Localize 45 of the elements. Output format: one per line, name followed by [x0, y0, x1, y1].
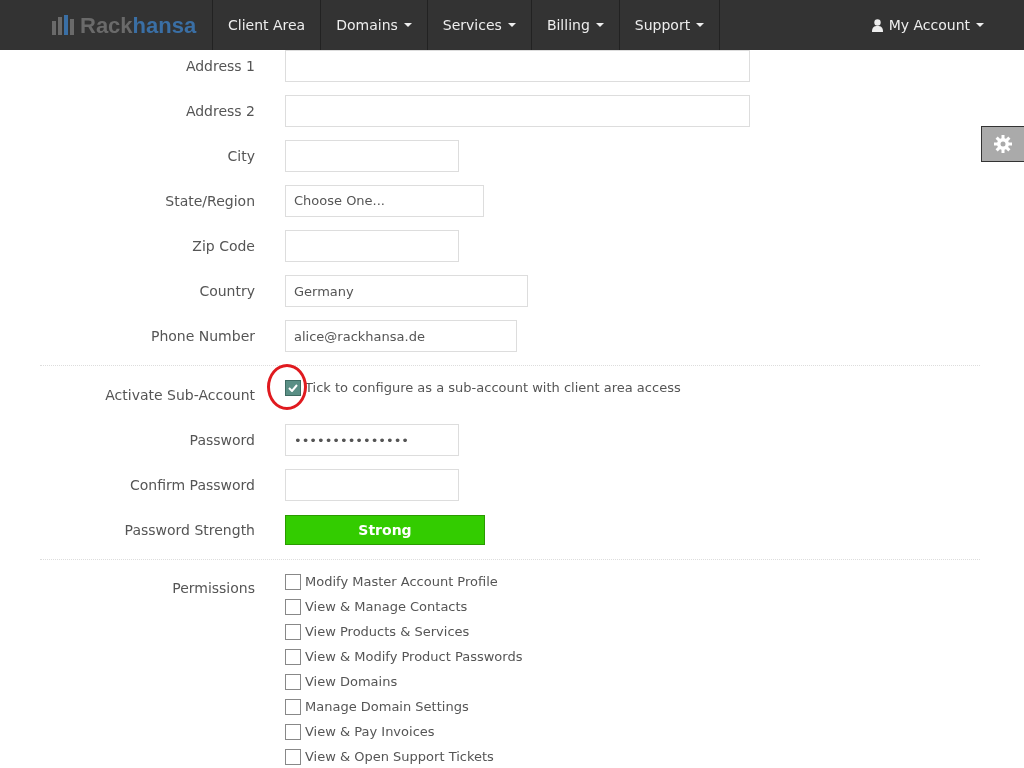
strength-indicator: Strong [285, 515, 485, 545]
password-field[interactable]: ••••••••••••••• [285, 424, 459, 456]
password-field[interactable] [285, 469, 459, 501]
checkbox-label: View & Pay Invoices [305, 722, 435, 741]
field-label: Address 2 [184, 101, 255, 121]
checkbox[interactable] [285, 723, 301, 740]
input-field[interactable] [285, 50, 750, 82]
field-label: City [226, 146, 255, 166]
input-field[interactable]: Germany [285, 275, 528, 307]
checkbox[interactable] [285, 673, 301, 690]
field-label: Confirm Password [128, 475, 255, 495]
checkbox[interactable] [285, 598, 301, 615]
checkbox[interactable] [285, 380, 301, 396]
settings-button[interactable] [981, 126, 1024, 162]
checkbox-label: View & Modify Product Passwords [305, 647, 523, 666]
field-label: Activate Sub-Account [104, 385, 255, 405]
checkbox[interactable] [285, 573, 301, 590]
settings-icon [994, 135, 1012, 153]
checkbox-label: Modify Master Account Profile [305, 572, 498, 591]
checkbox[interactable] [285, 623, 301, 640]
account-menu[interactable]: My Account [856, 0, 1024, 50]
select-field[interactable]: Choose One... [285, 185, 484, 217]
input-field[interactable]: alice@rackhansa.de [285, 320, 517, 352]
field-label: State/Region [164, 191, 255, 211]
checkbox-label: View & Open Support Tickets [305, 747, 494, 766]
checkbox[interactable] [285, 698, 301, 715]
field-label: Address 1 [184, 56, 255, 76]
field-label: Phone Number [149, 326, 255, 346]
field-label: Country [198, 281, 255, 301]
field-label: Password Strength [123, 520, 255, 540]
checkbox[interactable] [285, 648, 301, 665]
checkbox-label: View Domains [305, 672, 398, 691]
user-icon [871, 18, 883, 32]
checkbox-label: Manage Domain Settings [305, 697, 469, 716]
checkbox-label: View & Manage Contacts [305, 597, 468, 616]
checkbox-label: View Products & Services [305, 622, 470, 641]
input-field[interactable] [285, 140, 459, 172]
input-field[interactable] [285, 230, 459, 262]
field-label: Permissions [171, 579, 255, 598]
checkmark-icon [288, 384, 298, 392]
field-label: Zip Code [191, 236, 255, 256]
field-label: Password [188, 430, 255, 450]
input-field[interactable] [285, 95, 750, 127]
checkbox[interactable] [285, 748, 301, 765]
bars-logo-icon [52, 15, 74, 35]
